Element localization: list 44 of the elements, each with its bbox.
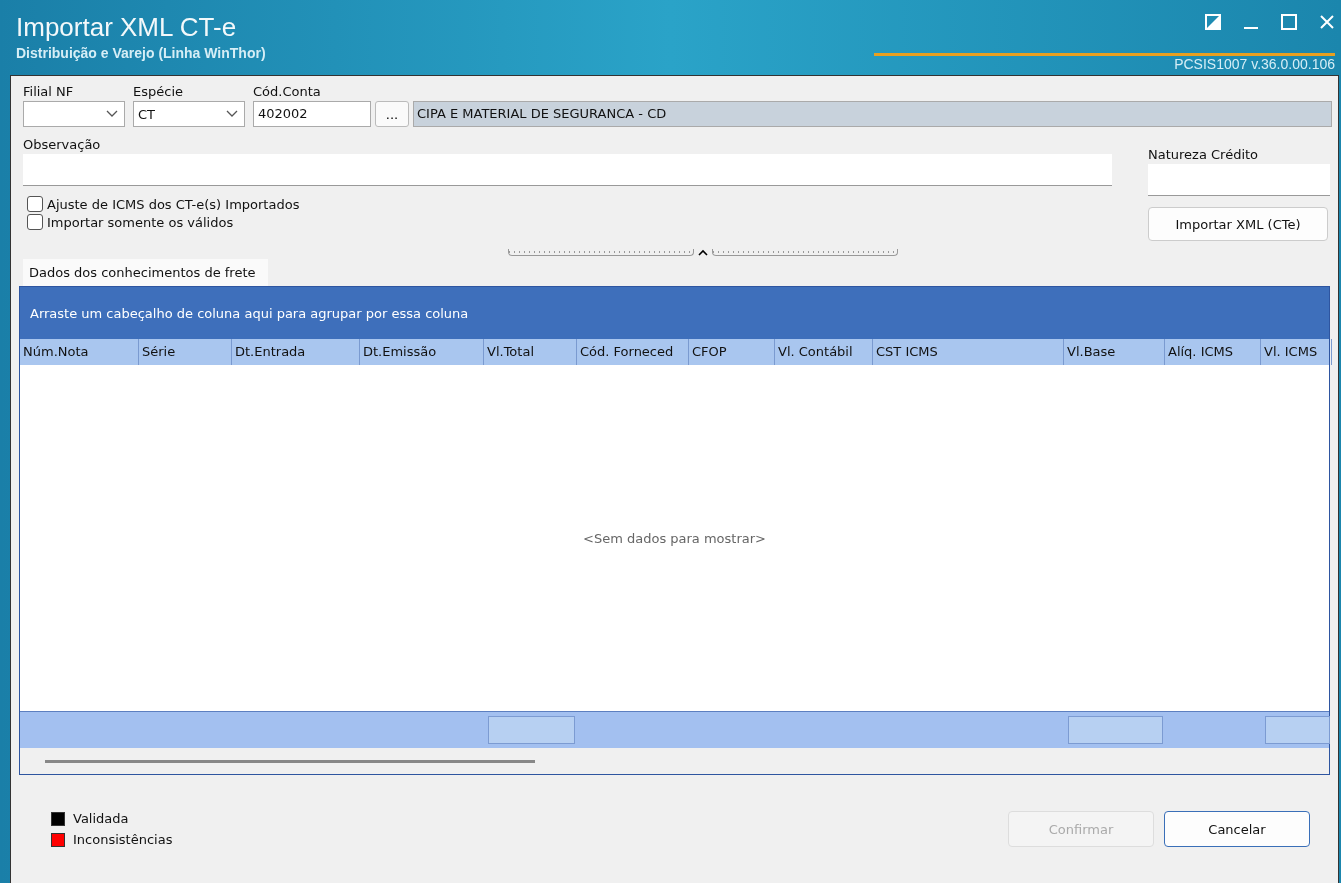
checkbox[interactable]: Importar somente os válidos — [27, 214, 1112, 230]
column-header[interactable]: CFOP — [689, 339, 775, 365]
column-header[interactable]: Alíq. ICMS — [1165, 339, 1261, 365]
close-icon[interactable] — [1319, 14, 1335, 30]
column-header[interactable]: CST ICMS — [873, 339, 1064, 365]
account-code-field[interactable]: 402002 — [253, 101, 371, 127]
field-label: Espécie — [133, 84, 184, 99]
caret-icon — [697, 248, 708, 256]
legend-label: Inconsistências — [73, 832, 173, 847]
scrollbar-thumb[interactable] — [45, 759, 535, 763]
collapse-splitter[interactable] — [507, 247, 898, 257]
checkbox[interactable]: Ajuste de ICMS dos CT-e(s) Importados — [27, 196, 1112, 212]
import-xml-button[interactable]: Importar XML (CTe) — [1148, 207, 1328, 241]
branch-dropdown[interactable] — [23, 101, 125, 127]
observation-field[interactable] — [23, 154, 1112, 186]
window-title: Importar XML CT-e — [16, 12, 238, 43]
group-panel: Arraste um cabeçalho de coluna aqui para agrupar por essa coluna — [20, 287, 1329, 339]
restore-icon[interactable] — [1205, 14, 1221, 30]
column-header[interactable]: Dt.Entrada — [232, 339, 360, 365]
column-header[interactable]: Vl.Total — [484, 339, 577, 365]
tab[interactable]: Dados dos conhecimentos de frete — [23, 259, 268, 286]
column-header[interactable]: Núm.Nota — [20, 339, 139, 365]
column-header[interactable]: Dt.Emissão — [360, 339, 484, 365]
version-label: PCSIS1007 v.36.0.00.106 — [874, 53, 1335, 72]
species-dropdown[interactable]: CT — [133, 101, 245, 127]
empty-message: <Sem dados para mostrar> — [583, 530, 766, 546]
maximize-icon[interactable] — [1281, 14, 1297, 30]
dialog-button[interactable]: Cancelar — [1164, 811, 1310, 847]
column-header[interactable]: Vl. ICMS — [1261, 339, 1332, 365]
caret-icon — [106, 110, 118, 118]
column-header[interactable]: Série — [139, 339, 232, 365]
column-header[interactable]: Cód. Forneced — [577, 339, 689, 365]
field-label: Natureza Crédito — [1148, 147, 1260, 162]
credit-nature-field[interactable] — [1148, 164, 1330, 196]
window-subtitle: Distribuição e Varejo (Linha WinThor) — [16, 45, 266, 61]
legend-label: Validada — [73, 811, 129, 826]
browse-button[interactable]: ... — [375, 101, 409, 127]
field-label: Filial NF — [23, 84, 75, 99]
column-header[interactable]: Vl.Base — [1064, 339, 1165, 365]
field-label: Observação — [23, 137, 102, 152]
column-header[interactable]: Vl. Contábil — [775, 339, 873, 365]
account-description-field: CIPA E MATERIAL DE SEGURANCA - CD — [413, 101, 1332, 127]
field-label: Cód.Conta — [253, 84, 322, 99]
caret-icon — [226, 110, 238, 118]
